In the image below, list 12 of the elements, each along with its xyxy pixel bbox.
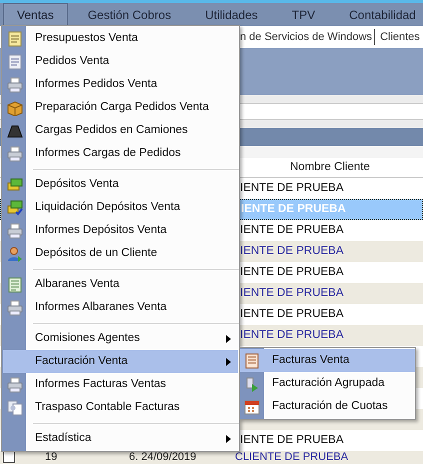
table-cell-text: IENTE DE PRUEBA [240, 328, 344, 343]
table-cell-text: IENTE DE PRUEBA [241, 202, 346, 217]
table-cell-text: IENTE DE PRUEBA [240, 286, 344, 301]
table-cell-text: IENTE DE PRUEBA [240, 222, 344, 238]
table-cell-text: IENTE DE PRUEBA [240, 244, 344, 259]
table-cell-text: IENTE DE PRUEBA [240, 306, 344, 322]
table-cell-text: IENTE DE PRUEBA [240, 264, 344, 280]
table-cell-text: 6. 24/09/2019 [129, 451, 198, 463]
table-cell-text: 19 [45, 451, 58, 463]
table-cell-text: IENTE DE PRUEBA [240, 180, 344, 196]
table-cell-text: IENTE DE PRUEBA [240, 432, 344, 448]
table-cell: CLIENTE DE PRUEBA [235, 451, 348, 463]
